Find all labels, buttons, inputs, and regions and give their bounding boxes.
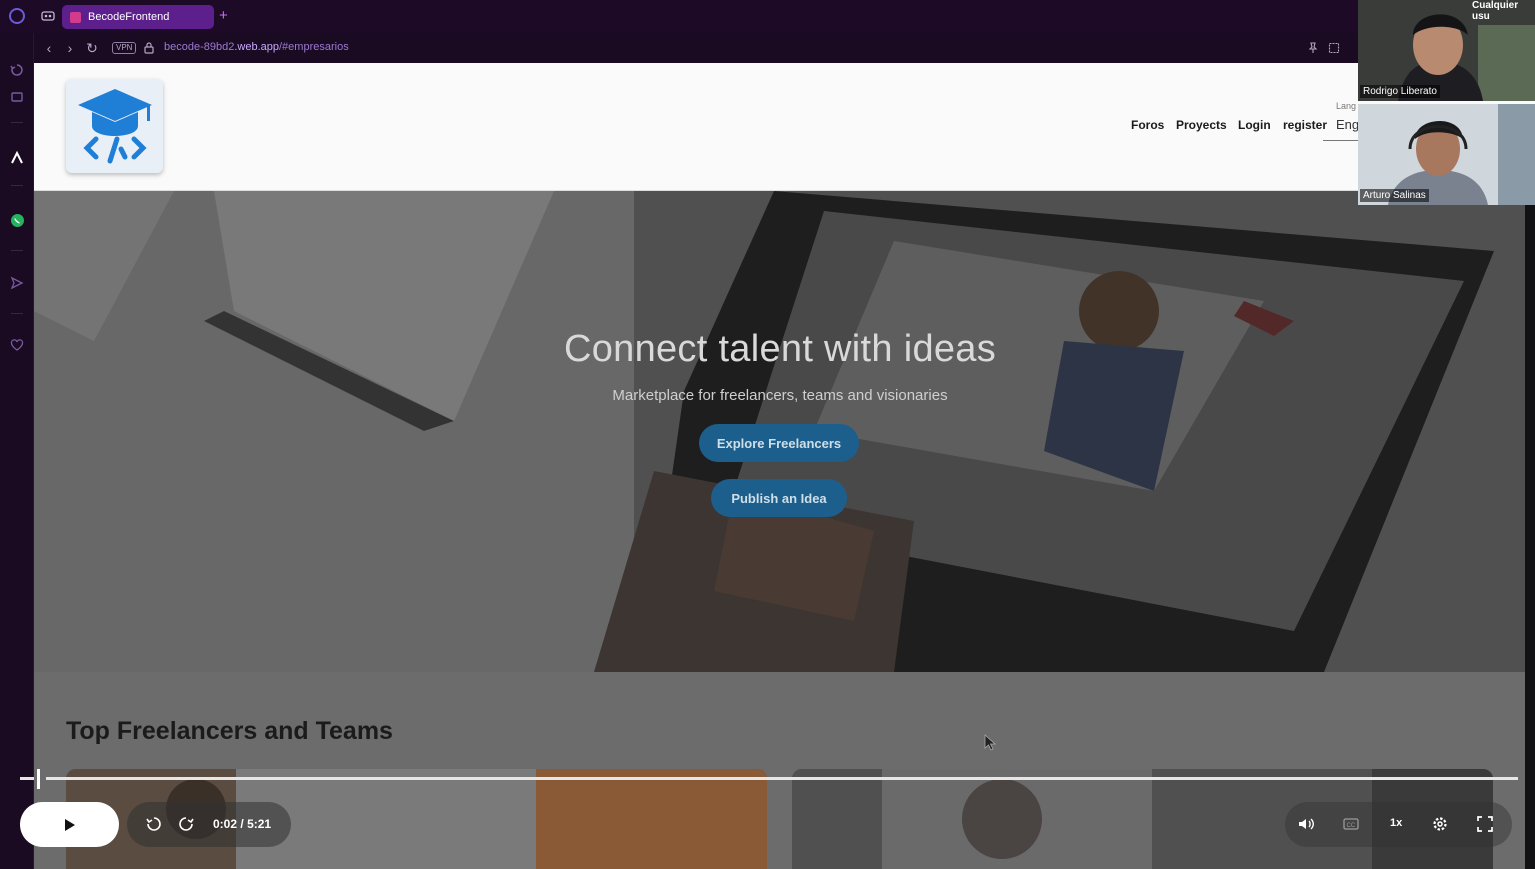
send-icon[interactable] (8, 274, 26, 292)
progress-played (20, 777, 34, 780)
play-button[interactable] (20, 802, 119, 847)
settings-gear-icon[interactable] (1430, 814, 1450, 834)
nav-proyects[interactable]: Proyects (1176, 118, 1227, 132)
vpn-badge[interactable]: VPN (112, 42, 137, 54)
hero-title: Connect talent with ideas (563, 328, 997, 370)
new-tab-button[interactable]: + (219, 7, 228, 25)
sidebar-divider (11, 313, 23, 314)
aria-icon[interactable] (8, 149, 26, 167)
url-prefix: becode-89bd2 (164, 41, 235, 53)
opera-logo-icon[interactable] (9, 8, 25, 24)
volume-icon[interactable] (1296, 814, 1316, 834)
progress-track[interactable] (46, 777, 1518, 780)
angular-icon (70, 11, 81, 23)
progress-thumb[interactable] (37, 769, 40, 789)
browser-sidebar (0, 0, 34, 869)
nav-login[interactable]: Login (1238, 118, 1271, 132)
sidebar-divider (11, 185, 23, 186)
hero-section: Connect talent with ideas Marketplace fo… (34, 191, 1535, 672)
section-title: Top Freelancers and Teams (66, 717, 393, 745)
explore-freelancers-button[interactable]: Explore Freelancers (699, 424, 859, 462)
language-select[interactable]: Lang Eng (1323, 97, 1363, 141)
nav-foros[interactable]: Foros (1131, 118, 1164, 132)
mouse-cursor-icon (980, 733, 1000, 753)
participant-name: Rodrigo Liberato (1360, 85, 1440, 98)
screen: BecodeFrontend + ‹ › ↻ VPN becode-89bd2.… (0, 0, 1535, 869)
participant-name: Arturo Salinas (1360, 189, 1429, 202)
url-path: /#empresarios (279, 41, 349, 53)
playback-speed[interactable]: 1x (1390, 817, 1402, 829)
whatsapp-icon[interactable] (8, 211, 26, 229)
participant-tile-arturo[interactable]: Arturo Salinas (1358, 104, 1535, 205)
site-header: Foros Proyects Login register Lang Eng (34, 63, 1535, 191)
reload-icon[interactable]: ↻ (84, 40, 100, 56)
duration: 5:21 (247, 817, 272, 831)
rewind-5-icon[interactable] (144, 814, 164, 834)
language-value: Eng (1336, 117, 1360, 132)
history-icon[interactable] (8, 61, 26, 79)
language-label: Lang (1336, 101, 1357, 111)
call-title: Cualquier usu (1472, 0, 1519, 22)
graduation-code-logo-icon (77, 89, 152, 164)
url-domain: .web.app (234, 41, 279, 53)
play-icon (64, 818, 75, 831)
fullscreen-icon[interactable] (1475, 814, 1495, 834)
hero-subtitle: Marketplace for freelancers, teams and v… (612, 387, 948, 404)
url-field[interactable]: becode-89bd2.web.app/#empresarios (164, 41, 349, 53)
scrollbar[interactable] (1525, 205, 1535, 869)
publish-idea-button[interactable]: Publish an Idea (711, 479, 847, 517)
tab-islands-icon[interactable] (41, 9, 55, 23)
sidebar-divider (11, 250, 23, 251)
lock-icon[interactable] (144, 41, 154, 54)
captions-icon[interactable]: CC (1341, 814, 1361, 834)
snapshot-icon[interactable] (1328, 41, 1340, 54)
back-icon[interactable]: ‹ (41, 40, 57, 56)
current-time: 0:02 (213, 817, 238, 831)
tab-becode-frontend[interactable]: BecodeFrontend (62, 5, 214, 29)
pin-icon[interactable] (1307, 41, 1319, 53)
heart-icon[interactable] (8, 336, 26, 354)
address-bar: ‹ › ↻ VPN becode-89bd2.web.app/#empresar… (34, 33, 1535, 63)
browser-tab-bar: BecodeFrontend + (0, 0, 1535, 33)
sidebar-divider (11, 122, 23, 123)
forward-5-icon[interactable] (176, 814, 196, 834)
forward-icon[interactable]: › (62, 40, 78, 56)
time-display: 0:02 / 5:21 (213, 817, 271, 831)
svg-text:CC: CC (1347, 823, 1356, 829)
site-logo[interactable] (66, 79, 163, 173)
tab-title: BecodeFrontend (88, 11, 170, 23)
workspace-icon[interactable] (8, 88, 26, 106)
webpage: Foros Proyects Login register Lang Eng C… (34, 63, 1535, 869)
time-separator: / (240, 817, 244, 831)
nav-register[interactable]: register (1283, 118, 1327, 132)
